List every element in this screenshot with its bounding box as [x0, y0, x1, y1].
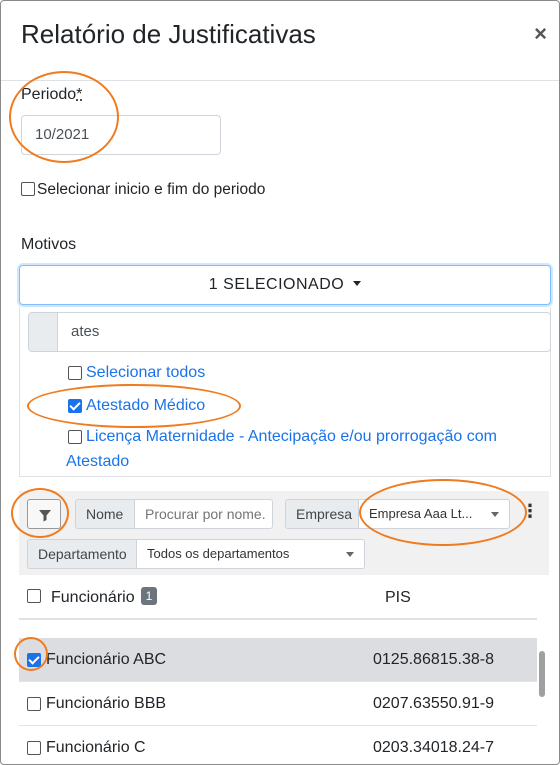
selected-count-badge: 1 [140, 587, 158, 605]
report-modal: Relatório de Justificativas × Periodo* 1… [0, 0, 560, 765]
periodo-input[interactable]: 10/2021 [21, 115, 221, 155]
motivos-dropdown-panel: ates Selecionar todos Atestado Médico Li… [19, 307, 551, 477]
employee-name: Funcionário ABC [46, 651, 167, 668]
departamento-addon: Departamento [27, 539, 137, 569]
table-row[interactable]: Funcionário ABC 0125.86815.38-8 [19, 638, 537, 682]
filter-bar: Nome Empresa Empresa Aaa Lt... ⋮ Departa… [19, 491, 549, 575]
nome-addon: Nome [75, 499, 135, 529]
modal-header: Relatório de Justificativas × [1, 1, 559, 81]
periodo-range-checkbox[interactable] [21, 182, 35, 196]
required-mark: * [76, 86, 83, 103]
employee-name: Funcionário BBB [46, 695, 167, 712]
option-licenca-label[interactable]: Licença Maternidade - Antecipação e/ou p… [86, 428, 556, 446]
motivos-dropdown-label: 1 SELECIONADO [208, 276, 345, 293]
option-licenca-line1: Licença Maternidade - Antecipação e/ou p… [86, 428, 497, 445]
caret-down-icon [353, 281, 362, 286]
employees-table: Funcionário 1 PIS Funcionário ABC 0125.86… [19, 576, 551, 764]
empresa-select[interactable]: Empresa Aaa Lt... [358, 499, 510, 529]
departamento-select[interactable]: Todos os departamentos [136, 539, 365, 569]
more-options-icon[interactable]: ⋮ [521, 501, 539, 522]
motivos-dropdown-button[interactable]: 1 SELECIONADO [19, 265, 551, 305]
select-all-checkbox[interactable] [68, 366, 82, 380]
periodo-label: Periodo* [21, 86, 82, 104]
filter-icon[interactable] [27, 499, 61, 529]
table-row[interactable]: Funcionário C 0203.34018.24-7 [19, 726, 537, 764]
chevron-down-icon [346, 552, 354, 557]
option-atestado-label[interactable]: Atestado Médico [86, 397, 205, 415]
row-checkbox[interactable] [27, 653, 41, 667]
search-addon [28, 312, 58, 352]
option-atestado-checkbox[interactable] [68, 399, 82, 413]
periodo-label-text: Periodo [21, 86, 77, 103]
select-all-employees-checkbox[interactable] [27, 589, 41, 603]
periodo-range-label: Selecionar inicio e fim do periodo [37, 181, 266, 198]
row-checkbox[interactable] [27, 741, 41, 755]
table-header: Funcionário 1 PIS [19, 576, 537, 620]
modal-title: Relatório de Justificativas [21, 19, 316, 49]
column-header-pis[interactable]: PIS [385, 576, 411, 620]
employee-pis: 0125.86815.38-8 [373, 651, 494, 668]
chevron-down-icon [491, 512, 499, 517]
option-licenca-label-line2[interactable]: Atestado [66, 453, 129, 471]
employee-pis: 0203.34018.24-7 [373, 739, 494, 756]
nome-search-input[interactable] [134, 499, 273, 529]
column-header-funcionario[interactable]: Funcionário 1 [51, 576, 158, 620]
empresa-addon: Empresa [285, 499, 359, 529]
column-header-funcionario-label: Funcionário [51, 589, 135, 606]
close-icon[interactable]: × [534, 21, 547, 47]
table-row[interactable]: Funcionário BBB 0207.63550.91-9 [19, 682, 537, 726]
select-all-label[interactable]: Selecionar todos [86, 364, 205, 382]
row-checkbox[interactable] [27, 697, 41, 711]
employee-pis: 0207.63550.91-9 [373, 695, 494, 712]
motivos-search-input[interactable]: ates [57, 312, 551, 352]
employee-name: Funcionário C [46, 739, 146, 756]
motivos-label: Motivos [21, 236, 77, 253]
option-licenca-checkbox[interactable] [68, 430, 82, 444]
table-scrollbar[interactable] [539, 651, 545, 697]
departamento-select-value: Todos os departamentos [147, 546, 290, 561]
empresa-select-value: Empresa Aaa Lt... [369, 506, 473, 521]
filter-icon-svg [39, 510, 51, 522]
